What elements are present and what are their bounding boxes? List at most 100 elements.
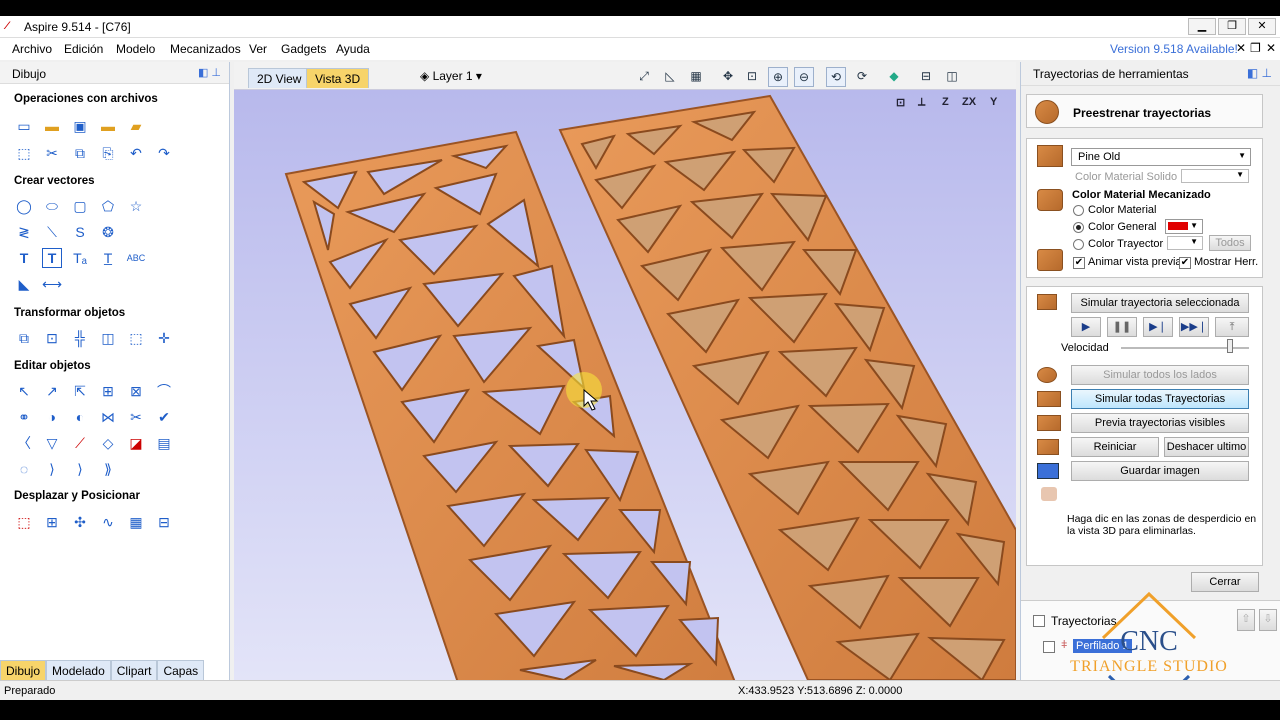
diamond-icon[interactable]: ◇ xyxy=(98,433,118,453)
close-panel-button[interactable]: Cerrar xyxy=(1191,572,1259,592)
radio-color-trayectoria[interactable] xyxy=(1073,239,1084,250)
mirror-icon[interactable]: ◫ xyxy=(98,328,118,348)
tab-capas[interactable]: Capas xyxy=(157,660,205,680)
toolpaths-checkbox[interactable] xyxy=(1033,615,1045,627)
spiral-icon[interactable]: ❂ xyxy=(98,222,118,242)
paste-icon[interactable]: ⎘ xyxy=(98,143,118,163)
simulate-all-button[interactable]: Simular todas Trayectorias xyxy=(1071,389,1249,409)
front-view-icon[interactable]: ZX xyxy=(962,96,976,108)
todos-button[interactable]: Todos xyxy=(1209,235,1251,251)
arc-icon[interactable]: ⟩ xyxy=(70,459,90,479)
mdi-restore-icon[interactable]: ❐ xyxy=(1250,41,1261,55)
job-size-icon[interactable]: ⬚ xyxy=(14,512,34,532)
ellipse-icon[interactable]: ⬭ xyxy=(42,196,62,216)
step-button[interactable]: ▶❘ xyxy=(1143,317,1173,337)
solid-color-picker[interactable]: ▼ xyxy=(1181,169,1249,183)
extend-icon[interactable]: ⟋ xyxy=(70,433,90,453)
toolpath-item-checkbox[interactable] xyxy=(1043,641,1055,653)
bracket-icon[interactable]: ⟫ xyxy=(98,459,118,479)
menu-modelo[interactable]: Modelo xyxy=(116,42,155,56)
side-view-icon[interactable]: Y xyxy=(990,96,997,108)
text-fit-icon[interactable]: T̲ xyxy=(98,248,118,268)
layer-selector[interactable]: ◈ Layer 1 ▾ xyxy=(420,69,482,83)
close-vector-icon[interactable]: ◌ xyxy=(14,459,34,479)
tab-clipart[interactable]: Clipart xyxy=(110,660,158,680)
menu-archivo[interactable]: Archivo xyxy=(12,42,52,56)
close-button[interactable]: ✕ xyxy=(1248,18,1276,35)
smooth-icon[interactable]: ⌒ xyxy=(154,381,174,401)
show-tool-checkbox[interactable]: ✔ xyxy=(1179,257,1191,269)
axis-view-icon[interactable]: ⟂ xyxy=(918,96,925,109)
tab-vista-3d[interactable]: Vista 3D xyxy=(306,68,370,88)
preview-visible-button[interactable]: Previa trayectorias visibles xyxy=(1071,413,1249,433)
menu-ayuda[interactable]: Ayuda xyxy=(336,42,370,56)
bounding-box-icon[interactable]: ⬚ xyxy=(126,328,146,348)
measure-tool-icon[interactable]: ◺ xyxy=(660,67,680,87)
folder-icon[interactable]: ▬ xyxy=(98,116,118,136)
toolpath-item-label[interactable]: Perfilado 1 xyxy=(1073,639,1132,653)
path-copy-icon[interactable]: ∿ xyxy=(98,512,118,532)
resize-icon[interactable]: ⊡ xyxy=(42,328,62,348)
copy-icon[interactable]: ⧉ xyxy=(70,143,90,163)
animate-checkbox[interactable]: ✔ xyxy=(1073,257,1085,269)
fast-forward-button[interactable]: ▶▶❘ xyxy=(1179,317,1209,337)
split-horizontal-icon[interactable]: ⊟ xyxy=(916,67,936,87)
intersect-icon[interactable]: ◐ xyxy=(70,407,90,427)
toolpath-color-picker[interactable]: ▼ xyxy=(1167,236,1203,250)
import-icon[interactable]: ▰ xyxy=(126,116,146,136)
undo-icon[interactable]: ↶ xyxy=(126,143,146,163)
top-view-icon[interactable]: Z xyxy=(942,96,949,108)
fillet-icon[interactable]: ✔ xyxy=(154,407,174,427)
minimize-button[interactable]: ▁ xyxy=(1188,18,1216,35)
simulate-all-sides-button[interactable]: Simular todos los lados xyxy=(1071,365,1249,385)
zoom-region-icon[interactable]: ⤢ xyxy=(634,67,654,87)
cut-icon[interactable]: ✂ xyxy=(42,143,62,163)
node-edit-icon[interactable]: ↗ xyxy=(42,381,62,401)
mdi-close-x-icon[interactable]: ✕ xyxy=(1266,41,1276,55)
pin-icon[interactable]: ◧ ⊥ xyxy=(198,66,221,79)
rectangle-icon[interactable]: ▢ xyxy=(70,196,90,216)
radio-color-material[interactable] xyxy=(1073,205,1084,216)
split-vertical-icon[interactable]: ◫ xyxy=(942,67,962,87)
menu-mecanizados[interactable]: Mecanizados xyxy=(170,42,241,56)
scissors-icon[interactable]: ✂ xyxy=(126,407,146,427)
radio-color-general[interactable] xyxy=(1073,222,1084,233)
nesting-icon[interactable]: ▦ xyxy=(126,512,146,532)
align-icon[interactable]: ╬ xyxy=(70,328,90,348)
new-file-icon[interactable]: ▭ xyxy=(14,116,34,136)
line-icon[interactable]: ⟍ xyxy=(42,222,62,242)
array-icon[interactable]: ⊞ xyxy=(42,512,62,532)
polygon-icon[interactable]: ⬠ xyxy=(98,196,118,216)
open-folder-icon[interactable]: ▬ xyxy=(42,116,62,136)
3d-viewport[interactable]: ⊡ ⟂ Z ZX Y xyxy=(234,90,1016,680)
circle-icon[interactable]: ◯ xyxy=(14,196,34,216)
tab-dibujo[interactable]: Dibujo xyxy=(0,660,47,680)
render-icon[interactable]: ◆ xyxy=(884,67,904,87)
pointer-icon[interactable]: ↖ xyxy=(14,381,34,401)
general-color-picker[interactable]: ▼ xyxy=(1165,219,1203,234)
speed-slider-thumb[interactable] xyxy=(1226,339,1233,353)
version-available-link[interactable]: Version 9.518 Available! xyxy=(1110,42,1238,56)
menu-gadgets[interactable]: Gadgets xyxy=(281,42,326,56)
offset-icon[interactable]: ◪ xyxy=(126,433,146,453)
weld-icon[interactable]: ⚭ xyxy=(14,407,34,427)
text-box-icon[interactable]: T xyxy=(42,248,62,268)
trim-icon[interactable]: ⋈ xyxy=(98,407,118,427)
move-down-button[interactable]: ⇩ xyxy=(1259,609,1277,631)
group-icon[interactable]: ⊞ xyxy=(98,381,118,401)
tile-icon[interactable]: ⊟ xyxy=(154,512,174,532)
undo-last-button[interactable]: Deshacer ultimo xyxy=(1164,437,1249,457)
center-icon[interactable]: ✛ xyxy=(154,328,174,348)
skip-end-button[interactable]: ⤒ xyxy=(1215,317,1249,337)
zoom-out-icon[interactable]: ⊖ xyxy=(794,67,814,87)
maximize-button[interactable]: ❐ xyxy=(1218,18,1246,35)
select-area-icon[interactable]: ⬚ xyxy=(14,143,34,163)
angle-icon[interactable]: 〈 xyxy=(14,433,34,453)
menu-edicion[interactable]: Edición xyxy=(64,42,103,56)
text-on-curve-icon[interactable]: ABC xyxy=(126,248,146,268)
curve-icon[interactable]: S xyxy=(70,222,90,242)
text-icon[interactable]: T xyxy=(14,248,34,268)
dimension-icon[interactable]: ◣ xyxy=(14,274,34,294)
pin-icon[interactable]: ◧ ⊥ xyxy=(1247,66,1272,80)
zigzag-icon[interactable]: ≷ xyxy=(14,222,34,242)
